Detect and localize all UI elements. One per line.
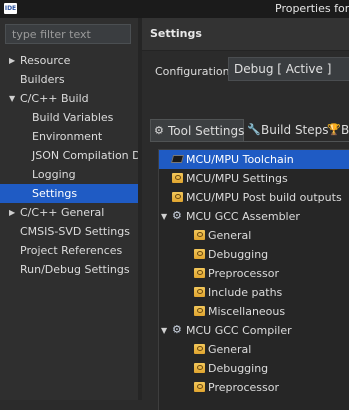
sidebar-item-label: Settings xyxy=(32,187,78,200)
sidebar-item-label: Project References xyxy=(20,244,123,257)
tool-tree-item[interactable]: Miscellaneous xyxy=(159,302,349,321)
gear-icon: ⚙ xyxy=(154,124,164,137)
tool-settings-content: MCU/MPU Toolchain MCU/MPU Settings MCU/MPU… xyxy=(150,141,349,410)
sidebar-item-build-variables[interactable]: Build Variables xyxy=(0,108,138,127)
sidebar-item-label: Logging xyxy=(32,168,76,181)
settings-header: Settings xyxy=(142,18,349,51)
wrench-icon: 🔧 xyxy=(247,123,261,136)
chevron-down-icon[interactable]: ▼ xyxy=(161,207,167,226)
tool-tree-item-label: General xyxy=(208,343,252,356)
sidebar-item-project-references[interactable]: Project References xyxy=(0,241,138,260)
sidebar-item-label: CMSIS-SVD Settings xyxy=(20,225,130,238)
sidebar-item-logging[interactable]: Logging xyxy=(0,165,138,184)
sidebar-item-label: Run/Debug Settings xyxy=(20,263,130,276)
folder-gear-icon xyxy=(172,172,184,184)
sidebar-item-builders[interactable]: Builders xyxy=(0,70,138,89)
sidebar-item-json-compilation-dat[interactable]: JSON Compilation Dat xyxy=(0,146,138,165)
folder-gear-icon xyxy=(194,381,206,393)
configuration-label: Configuration: xyxy=(155,65,234,78)
chevron-right-icon[interactable]: ▶ xyxy=(9,51,17,70)
tool-tree-item-label: Debugging xyxy=(208,248,269,261)
title-bar: IDE Properties for H xyxy=(0,0,349,18)
tool-settings-tree: MCU/MPU Toolchain MCU/MPU Settings MCU/MPU… xyxy=(158,149,349,410)
folder-gear-icon xyxy=(194,343,206,355)
gear-icon: ⚙ xyxy=(172,323,182,336)
sidebar-item-label: Environment xyxy=(32,130,103,143)
tool-tree-item-label: MCU GCC Assembler xyxy=(186,210,300,223)
tool-tree-item[interactable]: Include paths xyxy=(159,283,349,302)
window-title: Properties for H xyxy=(275,2,349,15)
tool-tree-item[interactable]: MCU/MPU Settings xyxy=(159,169,349,188)
sidebar-item-c-c-general[interactable]: ▶ C/C++ General xyxy=(0,203,138,222)
tab-label: Bu xyxy=(341,123,349,137)
sidebar-item-label: C/C++ Build xyxy=(20,92,89,105)
tab-build-artifact[interactable]: 🏆 Bu xyxy=(324,119,349,141)
sidebar-item-label: Builders xyxy=(20,73,65,86)
sidebar-item-label: Resource xyxy=(20,54,71,67)
tool-tree-item-label: MCU/MPU Post build outputs xyxy=(186,191,342,204)
chevron-right-icon[interactable]: ▶ xyxy=(9,203,17,222)
tab-label: Tool Settings xyxy=(168,124,245,138)
sidebar-item-settings[interactable]: Settings xyxy=(0,184,138,203)
tool-tree-item[interactable]: MCU/MPU Toolchain xyxy=(159,150,349,169)
tool-tree-item[interactable]: General xyxy=(159,340,349,359)
chevron-down-icon[interactable]: ▼ xyxy=(9,89,17,108)
folder-gear-icon xyxy=(194,362,206,374)
sidebar-item-label: C/C++ General xyxy=(20,206,105,219)
tool-tree-item-label: Preprocessor xyxy=(208,267,280,280)
settings-panel: Settings Configuration: Debug [ Active ]… xyxy=(142,18,349,410)
properties-tree: ▶ Resource Builders ▼ C/C++ Build Build Varia… xyxy=(0,51,138,279)
tool-tree-item-label: Preprocessor xyxy=(208,381,280,394)
tool-tree-item[interactable]: Debugging xyxy=(159,245,349,264)
sidebar-item-run-debug-settings[interactable]: Run/Debug Settings xyxy=(0,260,138,279)
tool-tree-item-label: MCU/MPU Settings xyxy=(186,172,288,185)
folder-gear-icon xyxy=(194,248,206,260)
tab-label: Build Steps xyxy=(261,123,329,137)
chip-icon xyxy=(170,153,185,165)
sidebar-item-label: Build Variables xyxy=(32,111,114,124)
settings-tabs: ⚙ Tool Settings 🔧 Build Steps 🏆 Bu xyxy=(150,119,349,141)
tool-tree-item[interactable]: ▼ ⚙ MCU GCC Compiler xyxy=(159,321,349,340)
app-logo: IDE xyxy=(4,3,17,14)
tool-tree-item[interactable]: Debugging xyxy=(159,359,349,378)
page-title: Settings xyxy=(150,27,202,40)
sidebar-item-label: JSON Compilation Dat xyxy=(32,149,138,162)
gear-icon: ⚙ xyxy=(172,209,182,222)
tool-tree-item-label: General xyxy=(208,229,252,242)
tab-tool-settings[interactable]: ⚙ Tool Settings xyxy=(150,119,244,141)
folder-gear-icon xyxy=(194,229,206,241)
tool-tree-item[interactable]: ▼ ⚙ MCU GCC Assembler xyxy=(159,207,349,226)
tool-tree-item-label: MCU/MPU Toolchain xyxy=(186,153,294,166)
folder-gear-icon xyxy=(194,267,206,279)
chevron-down-icon[interactable]: ▼ xyxy=(161,321,167,340)
tab-build-steps[interactable]: 🔧 Build Steps xyxy=(244,119,329,141)
tool-tree-item-label: Debugging xyxy=(208,362,269,375)
folder-gear-icon xyxy=(194,305,206,317)
folder-gear-icon xyxy=(172,191,184,203)
configuration-select[interactable]: Debug [ Active ] xyxy=(228,57,349,81)
tool-tree-item[interactable]: Preprocessor xyxy=(159,378,349,397)
sidebar-item-resource[interactable]: ▶ Resource xyxy=(0,51,138,70)
tool-tree-item[interactable]: MCU/MPU Post build outputs xyxy=(159,188,349,207)
filter-input[interactable] xyxy=(5,24,131,44)
tool-tree-item[interactable]: General xyxy=(159,226,349,245)
sidebar-item-c-c-build[interactable]: ▼ C/C++ Build xyxy=(0,89,138,108)
tool-tree-item[interactable]: Preprocessor xyxy=(159,264,349,283)
sidebar-item-cmsis-svd-settings[interactable]: CMSIS-SVD Settings xyxy=(0,222,138,241)
sidebar-item-environment[interactable]: Environment xyxy=(0,127,138,146)
left-nav-panel: ▶ResourceBuilders▼C/C++ BuildBuild Varia… xyxy=(0,18,138,400)
trophy-icon: 🏆 xyxy=(327,123,341,136)
folder-gear-icon xyxy=(194,286,206,298)
tool-tree-item-label: Miscellaneous xyxy=(208,305,286,318)
tool-tree-item-label: Include paths xyxy=(208,286,283,299)
tool-tree-item-label: MCU GCC Compiler xyxy=(186,324,292,337)
